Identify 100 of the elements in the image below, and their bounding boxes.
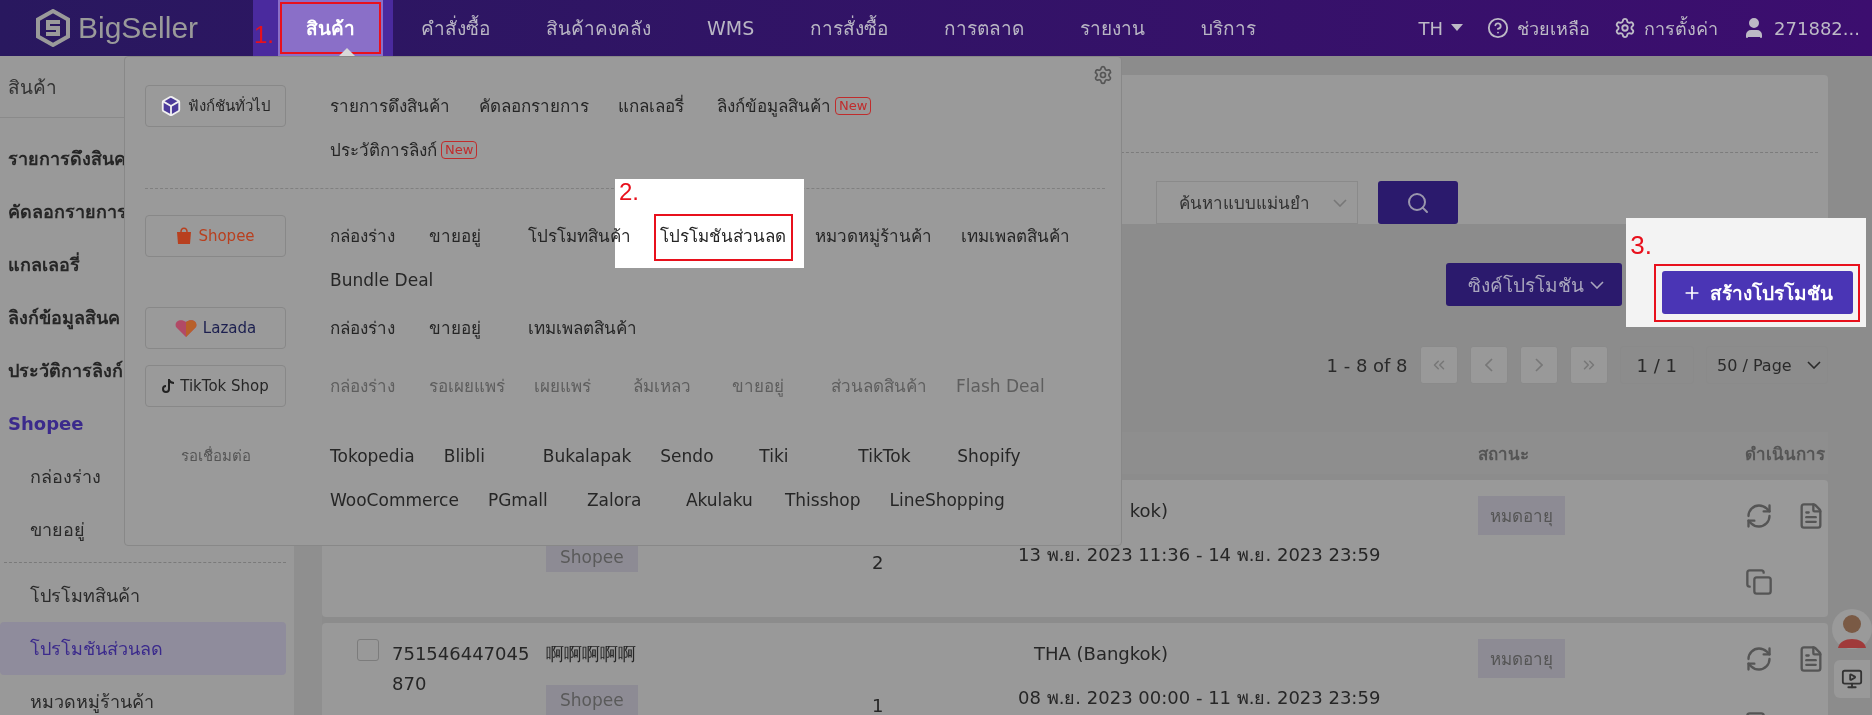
menu-item[interactable]: หมวดหมู่ร้านค้า [815,225,932,247]
chevron-left-icon [1484,358,1493,372]
chevron-down-icon [1590,280,1605,289]
logo-text: BigSeller [78,11,199,45]
menu-item[interactable]: ลิงก์ข้อมูลสินค้า [717,95,831,117]
user-name[interactable]: 271882... [1774,17,1860,39]
status-tag: หมดอายุ [1478,639,1565,678]
platform-tag: ฟังก์ชันทั่วไป [145,85,286,127]
search-icon [1406,190,1430,215]
heart-icon [174,318,197,338]
page-range: 1 - 8 of 8 [1326,354,1408,376]
store-location: kok) [1128,499,1168,523]
menu-item[interactable]: Akulaku [685,489,753,511]
video-icon [1841,668,1863,690]
cube-icon [160,95,182,117]
search-button[interactable] [1378,181,1458,224]
search-mode-select[interactable]: ค้นหาแบบแม่นยำ [1156,181,1358,224]
menu-item[interactable]: WooCommerce [330,489,459,511]
menu-item[interactable]: แกลเลอรี่ [618,95,684,117]
chevron-down-icon [1807,361,1821,369]
step-number: 3. [1630,230,1652,261]
menu-item[interactable]: Sendo [660,445,714,467]
menu-item[interactable]: Bundle Deal [330,269,434,291]
menu-item[interactable]: รายการดึงสินค้า [330,95,450,117]
settings-icon [1614,17,1637,39]
sidebar-item[interactable]: ขายอยู่ [0,503,85,556]
sidebar-item[interactable]: กล่องร่าง [0,450,101,503]
nav-tab[interactable]: บริการ [1173,0,1285,56]
promotion-period: 13 พ.ย. 2023 11:36 - 14 พ.ย. 2023 23:59 [1018,543,1381,567]
shopping-bag-icon [176,227,193,245]
promotion-name: 啊啊啊啊啊 [546,642,636,666]
settings-link[interactable]: การตั้งค่า [1644,13,1719,43]
help-link[interactable]: ช่วยเหลือ [1517,13,1591,43]
platform-tag: Lazada [145,307,286,349]
menu-item[interactable]: กล่องร่าง [330,317,395,339]
sidebar-item[interactable]: โปรโมชันส่วนลด [0,622,286,675]
status-tag: หมดอายุ [1478,496,1565,535]
sidebar-item[interactable]: แกลเลอรี่ [0,238,80,291]
menu-item[interactable]: คัดลอกรายการ [479,95,589,117]
quantity: 1 [872,695,884,715]
menu-item[interactable]: Tokopedia [330,445,415,467]
settings-icon[interactable] [1093,65,1113,85]
sidebar-item[interactable]: ประวัติการลิงก์ [0,344,123,397]
refresh-icon[interactable] [1745,502,1773,530]
menu-item[interactable]: Shopify [957,445,1021,467]
promotion-id: 751546447045870 [392,642,531,696]
row-checkbox[interactable] [357,639,379,661]
nav-tab[interactable]: สินค้าคงคลัง [518,0,679,56]
sync-button[interactable]: ซิงค์โปรโมชัน [1446,263,1623,306]
quantity: 2 [872,552,884,573]
menu-item[interactable]: LineShopping [889,489,1005,511]
last-page-button[interactable] [1569,346,1608,384]
step-number: 2. [619,181,639,203]
video-button[interactable] [1834,660,1870,698]
menu-item[interactable]: ประวัติการลิงก์ [330,139,437,161]
nav-tab[interactable]: WMS [679,0,783,56]
help-icon [1487,17,1510,39]
menu-item[interactable]: กล่องร่าง [330,225,395,247]
step-number: 1. [253,20,275,49]
menu-item[interactable]: เทมเพลตสินค้า [961,225,1070,247]
sidebar-item[interactable]: ลิงก์ข้อมูลสินค [0,291,120,344]
new-badge: New [835,97,872,115]
menu-item[interactable]: Blibli [443,445,486,467]
menu-item[interactable]: TikTok [858,445,911,467]
nav-tab[interactable]: รายงาน [1052,0,1174,56]
menu-item[interactable]: Zalora [586,489,642,511]
platform-tag: รอเชื่อมต่อ [145,435,286,477]
menu-item[interactable]: โปรโมชันส่วนลด [660,225,786,247]
menu-item[interactable]: ขายอยู่ [429,225,481,247]
chevron-right-icon [1534,358,1543,372]
sidebar-item[interactable]: หมวดหมู่ร้านค้า [0,675,154,715]
create-button[interactable]: สร้างโปรโมชัน [1662,271,1853,314]
menu-item[interactable]: ขายอยู่ [429,317,481,339]
support-avatar[interactable] [1832,606,1872,652]
platform-tag: TikTok Shop [145,365,286,407]
language-selector[interactable]: TH [1418,17,1464,39]
new-badge: New [441,141,478,159]
menu-item[interactable]: เทมเพลตสินค้า [528,317,637,339]
menu-item[interactable]: Tiki [759,445,789,467]
store-location: THA (Bangkok) [1032,642,1168,666]
copy-icon[interactable] [1745,567,1773,596]
nav-tab[interactable]: สินค้า [278,0,383,56]
menu-item[interactable]: Bukalapak [542,445,632,467]
promotion-period: 08 พ.ย. 2023 00:00 - 11 พ.ย. 2023 23:59 [1018,686,1381,710]
platform-tag: Shopee [145,215,286,257]
channel-tag: Shopee [546,685,638,715]
menu-item[interactable]: Thisshop [784,489,861,511]
sidebar-item[interactable]: โปรโมทสินค้า [0,569,140,622]
column-header: ดำเนินการ [1745,442,1826,466]
sidebar-item[interactable]: รายการดึงสินค [0,132,126,185]
nav-tab[interactable]: คำสั่งซื้อ [393,0,518,56]
menu-item[interactable]: PGmall [487,489,548,511]
nav-tab[interactable]: การสั่งซื้อ [782,0,917,56]
chevron-down-icon [1333,198,1347,207]
column-header: สถานะ [1478,442,1530,466]
nav-tab[interactable]: การตลาด [916,0,1053,56]
refresh-icon[interactable] [1745,645,1773,673]
first-page-button[interactable] [1419,346,1458,384]
sidebar-item[interactable]: คัดลอกรายการ [0,185,127,238]
music-note-icon [162,379,175,393]
